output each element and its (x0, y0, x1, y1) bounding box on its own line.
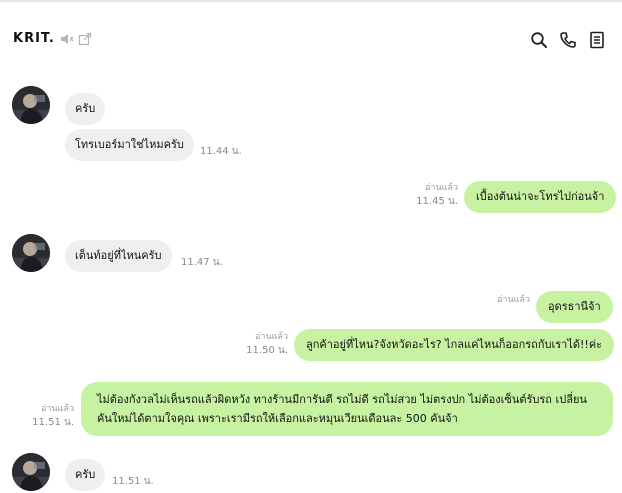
read-status: อ่านแล้ว (497, 295, 530, 305)
incoming-message: ครับ (65, 93, 106, 125)
message-text: โทรเบอร์มาใช่ไหมครับ (75, 138, 184, 151)
message-meta: 11.51 น. (112, 475, 154, 488)
external-link-icon[interactable] (78, 32, 92, 46)
avatar[interactable] (12, 86, 50, 124)
message-meta: อ่านแล้ว (478, 294, 530, 307)
outgoing-message: ลูกค้าอยู่ที่ไหน?จังหวัดอะไร? ไกลแค่ไหนก… (294, 329, 615, 361)
incoming-message: โทรเบอร์มาใช่ไหมครับ (65, 129, 194, 161)
chat-header: KRIT. (0, 2, 622, 64)
message-text: ครับ (75, 102, 96, 115)
speaker-mute-icon[interactable] (60, 32, 74, 46)
message-meta: 11.47 น. (181, 256, 223, 269)
outgoing-message: ไม่ต้องกังวลไม่เห็นรถแล้วผิดหวัง ทางร้าน… (81, 382, 613, 436)
avatar[interactable] (12, 234, 50, 272)
read-status: อ่านแล้ว (41, 404, 74, 414)
message-time: 11.51 น. (112, 476, 154, 487)
avatar-photo (12, 453, 50, 491)
read-status: อ่านแล้ว (425, 183, 458, 193)
message-time: 11.47 น. (181, 257, 223, 268)
message-time: 11.50 น. (246, 345, 288, 356)
message-meta: อ่านแล้ว 11.45 น. (400, 182, 458, 208)
message-text: เบื้องต้นน่าจะโทรไปก่อนจ้า (476, 190, 605, 203)
avatar-photo (12, 86, 50, 124)
avatar[interactable] (12, 453, 50, 491)
search-icon[interactable] (530, 31, 548, 49)
message-text: ลูกค้าอยู่ที่ไหน?จังหวัดอะไร? ไกลแค่ไหนก… (306, 338, 603, 351)
message-time: 11.45 น. (416, 196, 458, 207)
message-meta: อ่านแล้ว 11.51 น. (16, 403, 74, 429)
message-time: 11.51 น. (32, 417, 74, 428)
read-status: อ่านแล้ว (255, 332, 288, 342)
message-text: อุดรธานีจ้า (548, 300, 601, 313)
message-text: ครับ (75, 468, 96, 481)
chat-title: KRIT. (13, 31, 55, 46)
outgoing-message: เบื้องต้นน่าจะโทรไปก่อนจ้า (464, 181, 617, 213)
phone-icon[interactable] (559, 31, 577, 49)
notes-icon[interactable] (589, 31, 605, 49)
incoming-message: เต็นท์อยู่ที่ไหนครับ (65, 240, 172, 272)
message-text: ไม่ต้องกังวลไม่เห็นรถแล้วผิดหวัง ทางร้าน… (97, 393, 587, 425)
outgoing-message: อุดรธานีจ้า (536, 291, 613, 323)
message-meta: 11.44 น. (200, 145, 242, 158)
message-meta: อ่านแล้ว 11.50 น. (230, 331, 288, 357)
avatar-photo (12, 234, 50, 272)
incoming-message: ครับ (65, 459, 106, 491)
message-text: เต็นท์อยู่ที่ไหนครับ (75, 249, 162, 262)
message-time: 11.44 น. (200, 146, 242, 157)
